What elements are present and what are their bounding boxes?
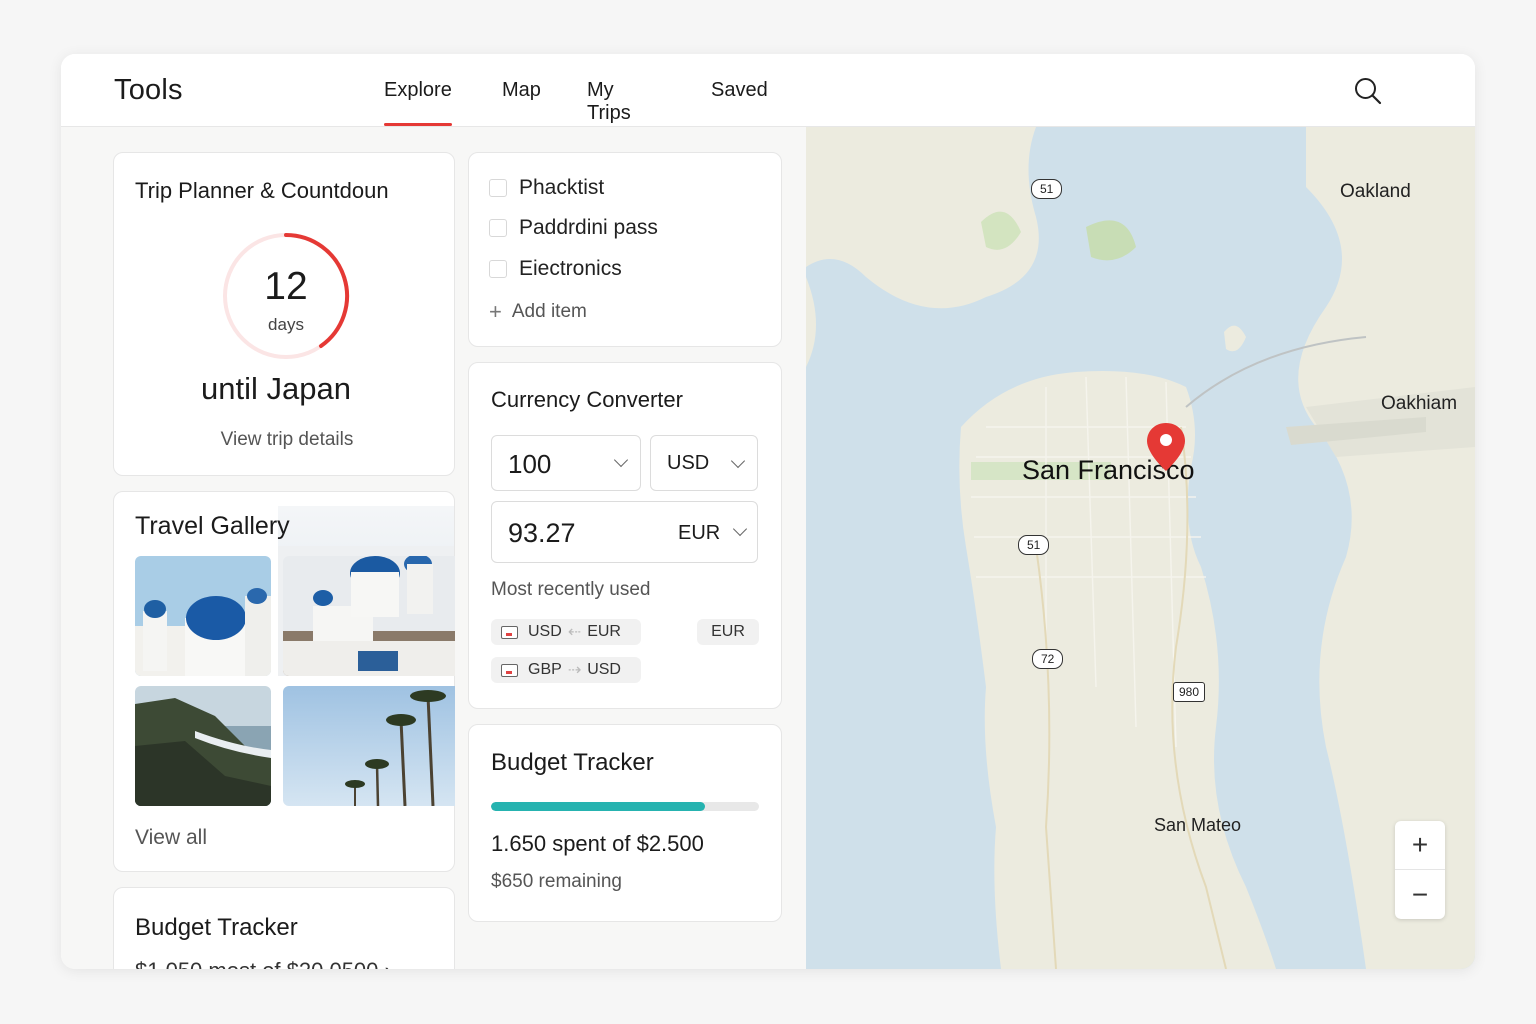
map-label-san-mateo: San Mateo [1154, 815, 1242, 835]
view-trip-details-link[interactable]: View trip details [114, 429, 460, 451]
app-window: Tools Explore Map My Trips Saved Trip Pl… [61, 54, 1475, 969]
tools-panel: Trip Planner & Countdoun 12 days until J… [61, 127, 806, 969]
gallery-photo-santorini-1[interactable] [135, 556, 271, 676]
budget-tracker-card: Budget Tracker 1.650 spent of $2.500 $65… [468, 724, 782, 922]
location-pin-icon[interactable] [1145, 421, 1187, 473]
chevron-down-icon [613, 452, 629, 468]
converted-value: 93.27 [508, 518, 576, 548]
checklist-item[interactable]: Paddrdini pass [489, 215, 658, 241]
chip-currency: EUR [711, 623, 745, 640]
tab-explore[interactable]: Explore [384, 79, 452, 126]
tab-saved[interactable]: Saved [711, 79, 768, 102]
from-currency-select[interactable]: USD [650, 435, 758, 491]
recent-pair-chip[interactable]: USD ⇠ EUR [491, 619, 641, 645]
plus-icon: + [489, 299, 502, 324]
packing-checklist-card: Phacktist Paddrdini pass Eiectronics + A… [468, 152, 782, 347]
chevron-down-icon[interactable] [732, 521, 748, 537]
checklist-item[interactable]: Phacktist [489, 175, 604, 201]
route-shield: 51 [1018, 535, 1050, 555]
budget-tracker-card-partial: Budget Tracker $1,050 most of $20,0500 › [113, 887, 455, 969]
tab-my-trips[interactable]: My Trips [587, 79, 631, 125]
route-shield: 51 [1031, 179, 1063, 199]
budget-progress-fill [491, 802, 706, 811]
countdown-days-number: 12 [264, 265, 308, 308]
add-item-button[interactable]: + Add item [489, 301, 587, 323]
arrow-icon: ⇢ [567, 662, 582, 679]
route-shield: 980 [1173, 682, 1206, 702]
currency-converter-card: Currency Converter 100 USD 93.27 EUR Mos… [468, 362, 782, 709]
checkbox[interactable] [489, 219, 507, 237]
countdown-title: Trip Planner & Countdoun [135, 178, 389, 203]
zoom-out-button[interactable]: − [1395, 871, 1445, 919]
chip-from: GBP [528, 661, 562, 678]
gallery-title: Travel Gallery [135, 512, 290, 540]
gallery-photo-palms[interactable] [283, 686, 455, 806]
budget-total-text: spent of $2.500 [552, 831, 704, 856]
app-title: Tools [114, 74, 183, 106]
checklist-item-label: Phacktist [519, 176, 605, 199]
chip-from: USD [528, 623, 562, 640]
zoom-divider [1395, 869, 1445, 870]
top-header: Tools Explore Map My Trips Saved [61, 54, 1475, 127]
recent-currency-chip[interactable]: EUR [697, 619, 759, 645]
recent-pairs-label: Most recently used [491, 579, 651, 600]
checklist-item-label: Eiectronics [519, 257, 622, 280]
budget-progress-bar [491, 802, 759, 811]
arrow-icon: ⇠ [567, 624, 582, 641]
checkbox[interactable] [489, 260, 507, 278]
budget-summary: 1.650 spent of $2.500 [491, 831, 704, 857]
chip-to: USD [587, 661, 621, 678]
zoom-in-button[interactable]: + [1395, 821, 1445, 869]
chevron-down-icon [730, 453, 746, 469]
gallery-photo-coast[interactable] [135, 686, 271, 806]
countdown-destination: until Japan [201, 371, 351, 406]
countdown-days-unit: days [268, 315, 304, 334]
gallery-photo-santorini-2[interactable] [283, 556, 455, 676]
route-shield: 72 [1032, 649, 1064, 669]
zoom-controls: + − [1395, 821, 1445, 919]
budget-title: Budget Tracker [491, 749, 654, 776]
flag-icon [501, 663, 518, 677]
from-currency-value: USD [667, 452, 710, 474]
search-icon[interactable] [1353, 76, 1383, 106]
map-label-oakland: Oakland [1340, 181, 1411, 202]
checklist-item-label: Paddrdini pass [519, 216, 658, 239]
checklist-item[interactable]: Eiectronics [489, 256, 622, 282]
converted-amount-field[interactable]: 93.27 EUR [491, 501, 758, 563]
budget-spent-amount: 1.650 [491, 831, 547, 856]
countdown-card: Trip Planner & Countdoun 12 days until J… [113, 152, 455, 476]
map-label-oakhiam: Oakhiam [1381, 393, 1458, 414]
budget-remaining: $650 remaining [491, 871, 622, 892]
gallery-view-all-link[interactable]: View all [135, 826, 207, 850]
currency-title: Currency Converter [491, 387, 683, 412]
chip-to: EUR [587, 623, 621, 640]
checkbox[interactable] [489, 179, 507, 197]
add-item-label: Add item [511, 301, 587, 322]
map-canvas [806, 127, 1475, 969]
travel-gallery-card: Travel Gallery View all [113, 491, 455, 872]
tab-map[interactable]: Map [502, 79, 541, 102]
to-currency-value[interactable]: EUR [678, 522, 720, 545]
budget-partial-summary[interactable]: $1,050 most of $20,0500 › [135, 958, 392, 969]
budget-partial-title: Budget Tracker [135, 914, 298, 941]
amount-value: 100 [508, 449, 552, 479]
map-view[interactable]: Oakland Oakhiam San Mateo San Francisco … [806, 127, 1475, 969]
amount-input[interactable]: 100 [491, 435, 641, 491]
flag-icon [501, 625, 518, 639]
recent-pair-chip[interactable]: GBP ⇢ USD [491, 657, 641, 683]
